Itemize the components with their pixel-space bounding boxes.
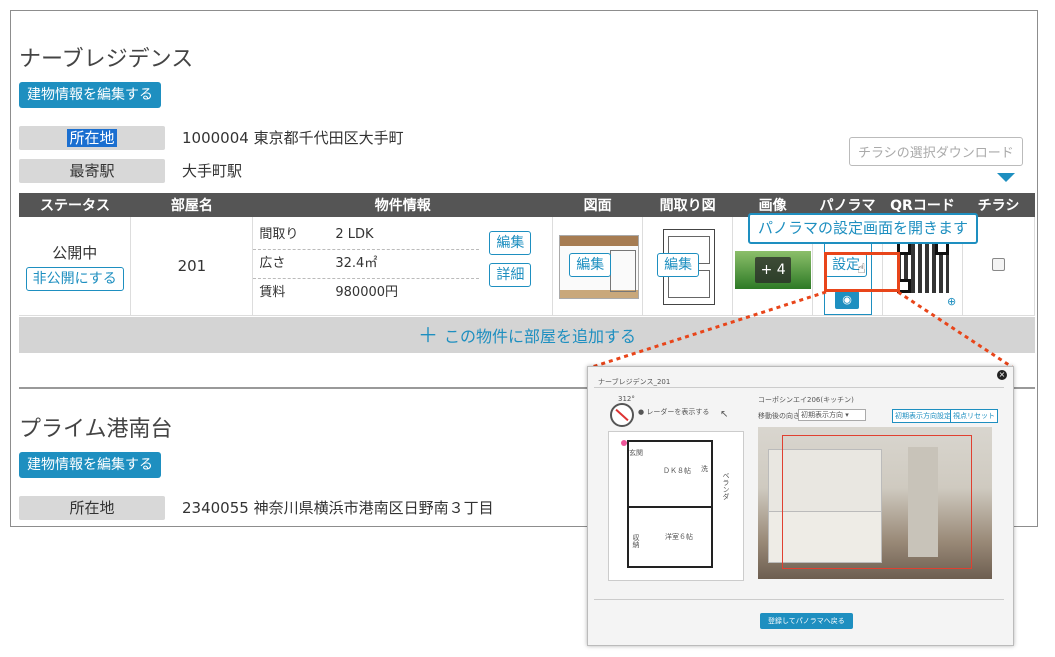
initial-direction-button[interactable]: 初期表示方向設定 [892,409,954,423]
heading-angle: 312° [618,395,635,403]
close-icon[interactable]: × [997,370,1007,380]
view-reset-button[interactable]: 視点リセット [950,409,998,423]
panorama-settings-dialog: ナーブレジデンス_201 × 312° ● レーダーを表示する ↖ ＤＫ８帖 洋… [587,366,1014,646]
callout-line-left [591,290,827,369]
direction-select[interactable]: 初期表示方向 ▾ [798,409,866,421]
compass-icon[interactable] [610,403,634,427]
radar-toggle[interactable]: ● レーダーを表示する [638,407,709,417]
panorama-viewer[interactable] [758,427,992,579]
position-marker[interactable] [621,440,627,446]
cursor-icon: ↖ [720,409,729,420]
dialog-title: ナーブレジデンス_201 [598,378,671,386]
callout-line-right [897,290,1013,369]
direction-label: 移動後の向き [758,412,800,420]
register-return-button[interactable]: 登録してパノラマへ戻る [760,613,853,629]
floorplan-map[interactable]: ＤＫ８帖 洋室６帖 ベランダ 収納 玄関 洗 [608,431,744,581]
panorama-name: コーポシンエイ206(キッチン) [758,396,854,404]
